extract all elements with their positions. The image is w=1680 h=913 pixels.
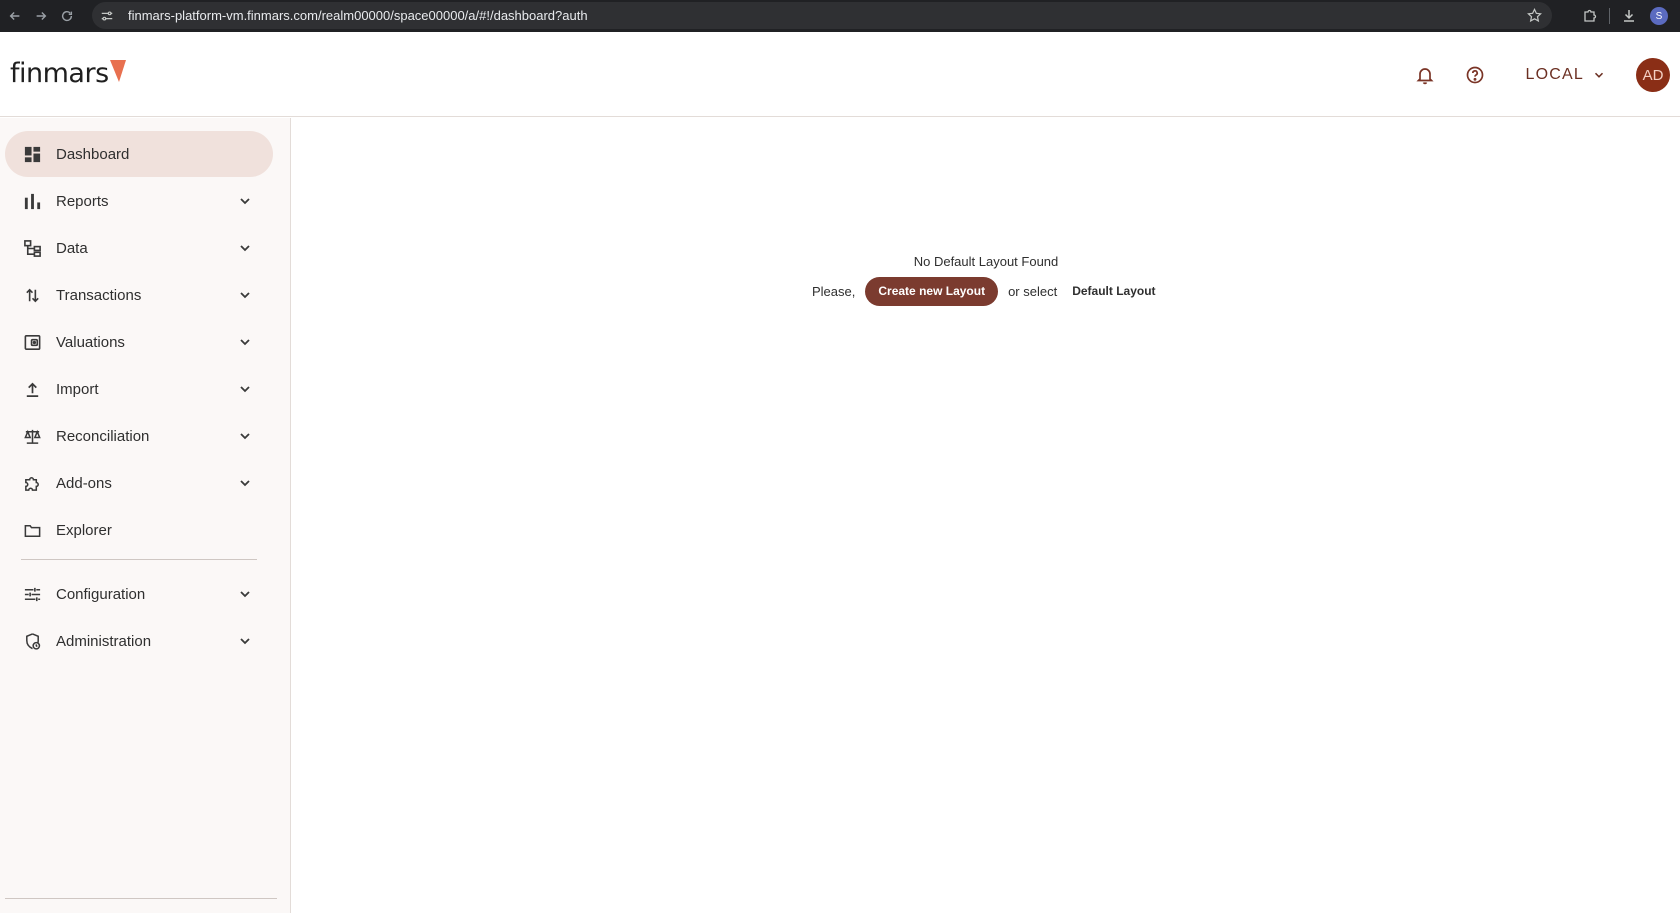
dashboard-main: No Default Layout Found Please, Create n… — [292, 118, 1680, 913]
user-avatar[interactable]: AD — [1636, 58, 1670, 92]
notifications-bell-icon[interactable] — [1408, 58, 1442, 92]
sidebar-item-transactions[interactable]: Transactions — [5, 272, 273, 318]
chevron-down-icon — [1594, 72, 1604, 78]
balance-scale-icon — [22, 426, 42, 446]
swap-vertical-icon — [22, 285, 42, 305]
address-bar[interactable]: finmars-platform-vm.finmars.com/realm000… — [92, 2, 1552, 29]
chevron-down-icon[interactable] — [237, 633, 253, 649]
sidebar-item-add-ons[interactable]: Add-ons — [5, 460, 273, 506]
sidebar-item-reconciliation[interactable]: Reconciliation — [5, 413, 273, 459]
chevron-down-icon[interactable] — [237, 287, 253, 303]
sidebar-item-label: Dashboard — [56, 145, 130, 163]
sidebar-divider — [21, 559, 257, 560]
folder-icon — [22, 520, 42, 540]
help-icon[interactable] — [1458, 58, 1492, 92]
extensions-icon[interactable] — [1575, 2, 1605, 30]
empty-state-title: No Default Layout Found — [913, 254, 1059, 269]
admin-shield-icon — [22, 631, 42, 651]
chevron-down-icon[interactable] — [237, 334, 253, 350]
chevron-down-icon[interactable] — [237, 193, 253, 209]
sidebar-item-reports[interactable]: Reports — [5, 178, 273, 224]
default-layout-button[interactable]: Default Layout — [1072, 284, 1155, 298]
sidebar-item-explorer[interactable]: Explorer — [5, 507, 273, 553]
wallet-icon — [22, 332, 42, 352]
sidebar-item-configuration[interactable]: Configuration — [5, 571, 273, 617]
realm-selector[interactable]: LOCAL — [1526, 66, 1606, 84]
realm-label: LOCAL — [1525, 66, 1584, 83]
tune-icon — [22, 584, 42, 604]
bookmark-star-icon[interactable] — [1527, 8, 1542, 23]
url-text[interactable]: finmars-platform-vm.finmars.com/realm000… — [128, 8, 588, 23]
app-header: finmars LOCAL AD — [0, 32, 1680, 117]
create-new-layout-button[interactable]: Create new Layout — [865, 276, 999, 306]
sidebar-item-label: Reconciliation — [56, 427, 150, 445]
tree-icon — [22, 238, 42, 258]
chevron-down-icon[interactable] — [237, 586, 253, 602]
dashboard-icon — [22, 144, 42, 164]
browser-toolbar: finmars-platform-vm.finmars.com/realm000… — [0, 0, 1680, 32]
site-info-icon[interactable] — [100, 8, 116, 24]
logo-text: finmars — [10, 58, 109, 89]
bar-chart-icon — [22, 191, 42, 211]
sidebar-item-label: Add-ons — [56, 474, 112, 492]
sidebar-item-label: Data — [56, 239, 88, 257]
forward-icon[interactable] — [30, 5, 52, 27]
logo-mark-icon — [109, 60, 126, 82]
sidebar-item-label: Explorer — [56, 521, 112, 539]
sidebar-item-data[interactable]: Data — [5, 225, 273, 271]
download-icon[interactable] — [1614, 2, 1644, 30]
empty-state-prefix: Please, — [812, 283, 856, 299]
sidebar-item-label: Valuations — [56, 333, 125, 351]
browser-profile-avatar[interactable]: S — [1650, 7, 1668, 25]
sidebar-item-label: Import — [56, 380, 99, 398]
sidebar-item-valuations[interactable]: Valuations — [5, 319, 273, 365]
sidebar-bottom-divider — [5, 898, 277, 899]
chevron-down-icon[interactable] — [237, 240, 253, 256]
sidebar-item-label: Transactions — [56, 286, 142, 304]
sidebar-item-import[interactable]: Import — [5, 366, 273, 412]
chevron-down-icon[interactable] — [237, 381, 253, 397]
sidebar-item-administration[interactable]: Administration — [5, 618, 273, 664]
puzzle-icon — [22, 473, 42, 493]
sidebar-item-dashboard[interactable]: Dashboard — [5, 131, 273, 177]
toolbar-separator — [1609, 8, 1610, 24]
chevron-down-icon[interactable] — [237, 475, 253, 491]
chevron-down-icon[interactable] — [237, 428, 253, 444]
back-icon[interactable] — [4, 5, 26, 27]
sidebar-item-label: Configuration — [56, 585, 146, 603]
reload-icon[interactable] — [56, 5, 78, 27]
empty-state-middle-text: or select — [1008, 283, 1058, 299]
finmars-logo[interactable]: finmars — [10, 58, 126, 89]
sidebar-item-label: Administration — [56, 632, 152, 650]
upload-icon — [22, 379, 42, 399]
empty-state-actions: Please, Create new Layout or select Defa… — [812, 276, 1156, 306]
sidebar: Dashboard Reports Data Transactions Valu… — [0, 118, 291, 913]
sidebar-item-label: Reports — [56, 192, 109, 210]
